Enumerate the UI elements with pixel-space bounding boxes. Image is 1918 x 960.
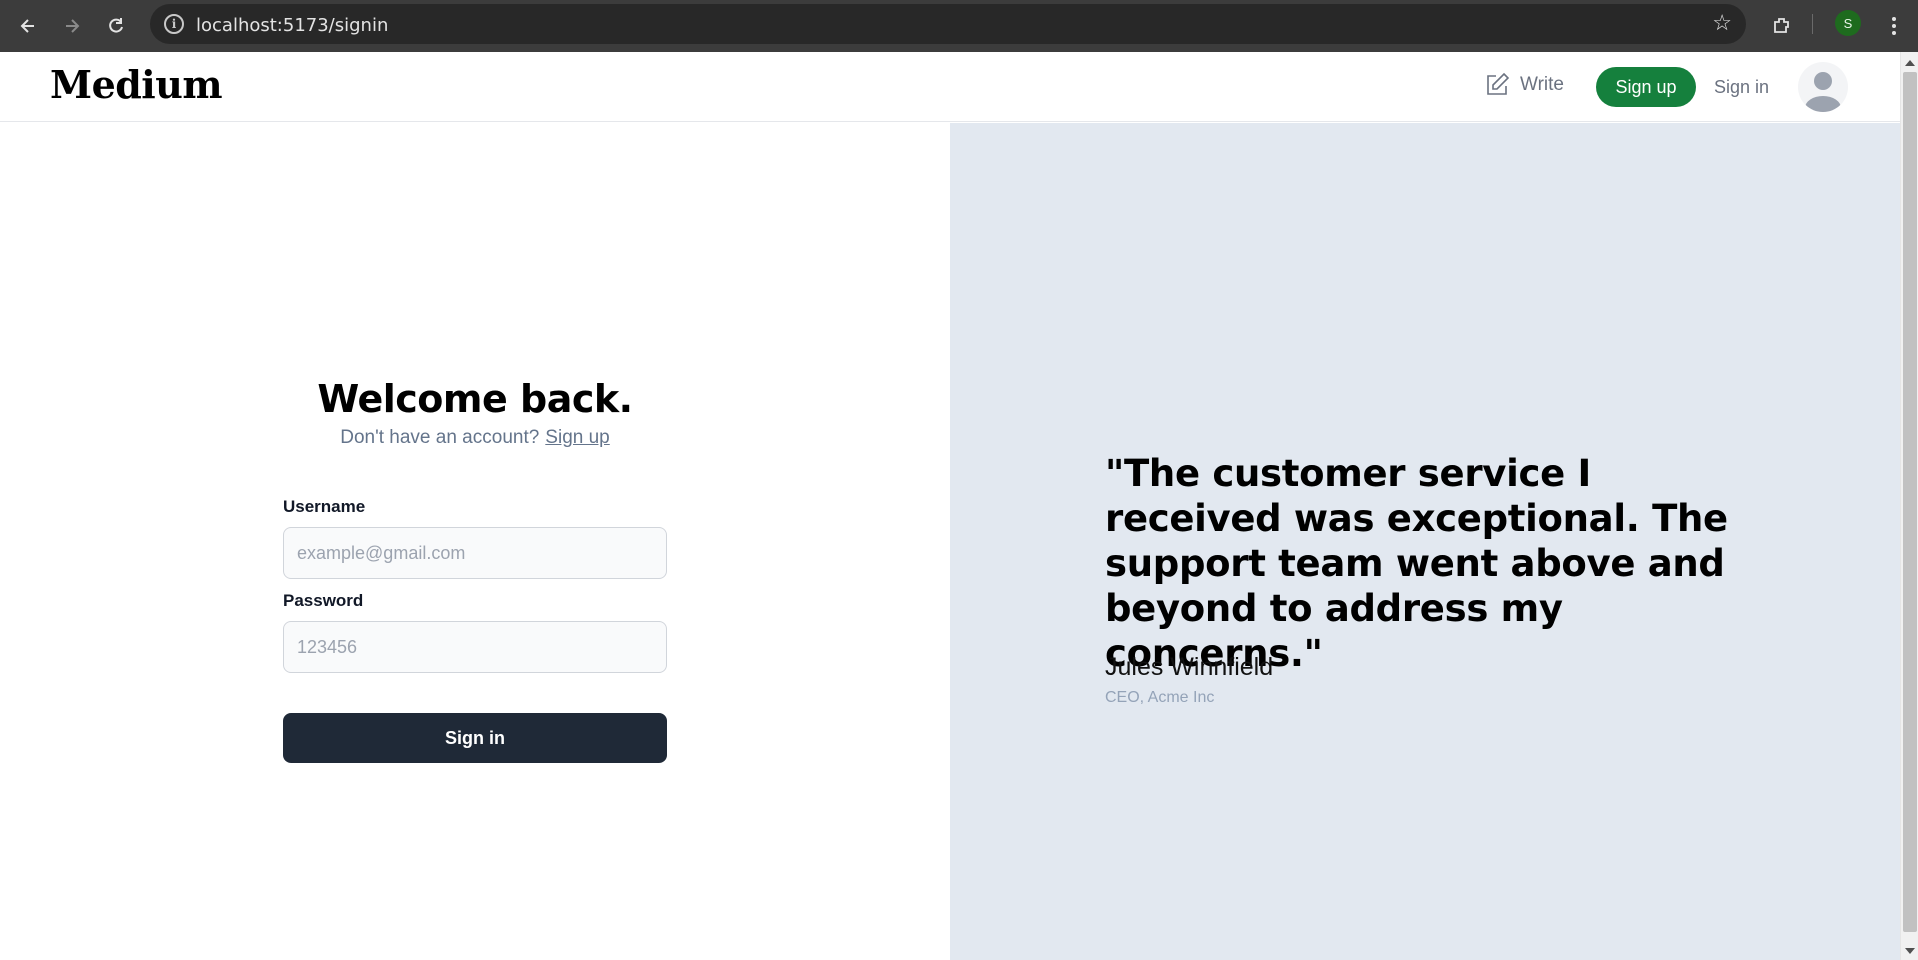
signin-panel: Welcome back. Don't have an account? Sign… [0, 123, 950, 960]
reload-icon[interactable] [100, 10, 132, 42]
scroll-down-icon[interactable] [1905, 948, 1915, 954]
back-arrow-icon[interactable] [12, 10, 44, 42]
scroll-thumb[interactable] [1903, 72, 1917, 932]
app-header: Medium Write Sign up Sign in [0, 52, 1900, 122]
profile-avatar[interactable]: S [1835, 10, 1861, 36]
address-url: localhost:5173/signin [196, 15, 389, 36]
password-input[interactable] [283, 621, 667, 673]
browser-menu-icon[interactable] [1878, 10, 1910, 42]
signin-submit-button[interactable]: Sign in [283, 713, 667, 763]
username-input[interactable] [283, 527, 667, 579]
write-label: Write [1520, 74, 1564, 95]
address-bar[interactable]: i localhost:5173/signin ☆ [150, 4, 1746, 44]
signup-link[interactable]: Sign up [545, 427, 609, 448]
password-label: Password [283, 591, 364, 610]
toolbar-divider [1812, 14, 1813, 34]
bookmark-star-icon[interactable]: ☆ [1712, 10, 1732, 36]
testimonial-author-title: CEO, Acme Inc [1105, 689, 1215, 706]
username-group: Username [283, 497, 667, 579]
signup-prompt-text: Don't have an account? [340, 427, 540, 448]
username-label: Username [283, 497, 366, 516]
write-link[interactable]: Write [1484, 72, 1564, 98]
user-avatar-icon[interactable] [1798, 62, 1848, 112]
forward-arrow-icon[interactable] [56, 10, 88, 42]
testimonial-panel: "The customer service I received was exc… [950, 123, 1900, 960]
signin-form: Welcome back. Don't have an account? Sign… [283, 377, 667, 763]
site-info-icon[interactable]: i [164, 14, 184, 34]
page-title: Welcome back. [317, 377, 633, 421]
testimonial-quote: "The customer service I received was exc… [1105, 452, 1728, 675]
page-scrollbar[interactable] [1900, 52, 1918, 960]
signup-button[interactable]: Sign up [1596, 67, 1696, 107]
signin-link[interactable]: Sign in [1714, 77, 1769, 98]
password-group: Password [283, 591, 667, 673]
edit-icon [1484, 72, 1510, 98]
medium-logo[interactable]: Medium [50, 62, 223, 107]
testimonial-author: Jules Winnfield [1105, 653, 1274, 681]
browser-toolbar: i localhost:5173/signin ☆ S [0, 0, 1918, 52]
scroll-up-icon[interactable] [1905, 60, 1915, 66]
extensions-icon[interactable] [1766, 10, 1798, 42]
signup-prompt: Don't have an account? Sign up [283, 427, 667, 449]
